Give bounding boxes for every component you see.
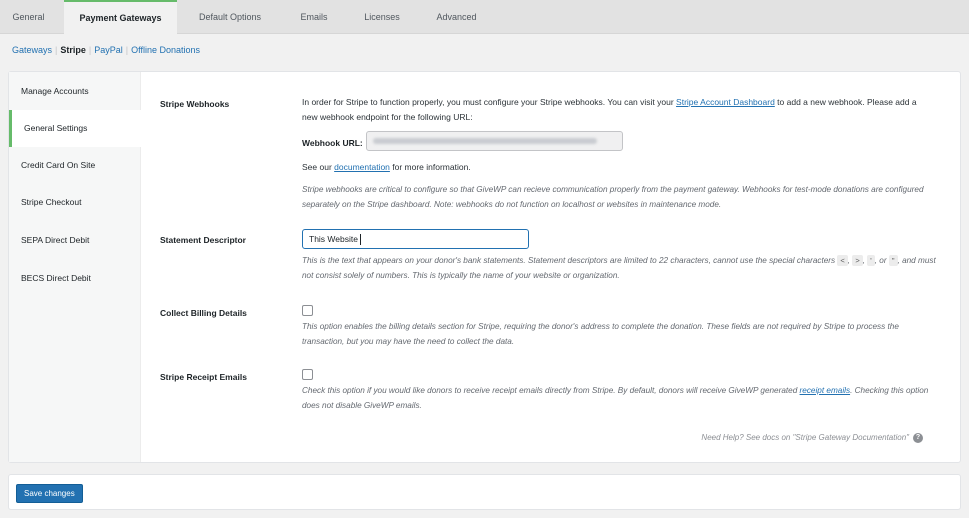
collect-billing-checkbox[interactable] xyxy=(302,305,313,316)
webhook-url-field[interactable] xyxy=(366,131,623,151)
statement-descriptor-desc: This is the text that appears on your do… xyxy=(302,255,936,280)
receipt-desc-text: Check this option if you would like dono… xyxy=(302,386,800,395)
receipt-emails-label: Stripe Receipt Emails xyxy=(160,372,247,382)
sidebar-item-general-settings[interactable]: General Settings xyxy=(9,110,142,147)
sidebar-item-manage-accounts[interactable]: Manage Accounts xyxy=(9,73,141,110)
tab-advanced[interactable]: Advanced xyxy=(424,0,489,34)
stripe-webhooks-label: Stripe Webhooks xyxy=(160,99,230,109)
stripe-dashboard-link[interactable]: Stripe Account Dashboard xyxy=(676,97,775,107)
see-docs-text: See our xyxy=(302,162,335,172)
settings-tabs: General Payment Gateways Default Options… xyxy=(0,0,969,35)
tab-payment-gateways[interactable]: Payment Gateways xyxy=(64,0,177,35)
descriptor-desc-or: , or xyxy=(874,256,889,265)
stripe-sidebar: Manage Accounts General Settings Credit … xyxy=(9,72,142,462)
webhook-url-redacted xyxy=(373,138,597,144)
tab-emails[interactable]: Emails xyxy=(286,0,342,34)
sidebar-item-credit-card-on-site[interactable]: Credit Card On Site xyxy=(9,147,141,184)
subnav-separator: | xyxy=(125,45,129,55)
char-greater-than: > xyxy=(852,255,863,266)
char-single-quote: ' xyxy=(867,255,875,266)
tab-general[interactable]: General xyxy=(0,0,57,34)
subnav-separator: | xyxy=(88,45,92,55)
collect-billing-label: Collect Billing Details xyxy=(160,308,247,318)
settings-footer: Save changes xyxy=(8,474,961,510)
receipt-emails-desc: Check this option if you would like dono… xyxy=(302,383,937,413)
webhooks-intro: In order for Stripe to function properly… xyxy=(302,95,932,125)
sidebar-item-stripe-checkout[interactable]: Stripe Checkout xyxy=(9,184,141,221)
statement-descriptor-value: This Website xyxy=(309,234,358,244)
receipt-emails-link[interactable]: receipt emails xyxy=(800,386,851,395)
sidebar-item-sepa-direct-debit[interactable]: SEPA Direct Debit xyxy=(9,222,141,259)
char-less-than: < xyxy=(837,255,848,266)
subnav-offline-donations-link[interactable]: Offline Donations xyxy=(131,45,200,55)
see-docs-text-2: for more information. xyxy=(389,162,471,172)
subnav-separator: | xyxy=(55,45,58,55)
subnav-stripe-current: Stripe xyxy=(60,45,86,55)
webhooks-note: Stripe webhooks are critical to configur… xyxy=(302,185,924,209)
webhook-url-label: Webhook URL: xyxy=(302,138,363,148)
collect-billing-desc: This option enables the billing details … xyxy=(302,322,899,346)
help-docs-link[interactable]: Need Help? See docs on "Stripe Gateway D… xyxy=(701,433,909,442)
sidebar-item-becs-direct-debit[interactable]: BECS Direct Debit xyxy=(9,260,141,297)
subnav-gateways-link[interactable]: Gateways xyxy=(12,45,52,55)
gateway-subnav: Gateways | Stripe | PayPal | Offline Donations xyxy=(12,45,200,55)
webhooks-see-docs: See our documentation for more informati… xyxy=(302,160,932,175)
statement-descriptor-label: Statement Descriptor xyxy=(160,235,246,245)
documentation-link[interactable]: documentation xyxy=(334,162,390,172)
tab-default-options[interactable]: Default Options xyxy=(184,0,276,34)
statement-descriptor-input[interactable]: This Website xyxy=(302,229,529,249)
subnav-paypal-link[interactable]: PayPal xyxy=(94,45,123,55)
receipt-emails-checkbox[interactable] xyxy=(302,369,313,380)
settings-panel: Manage Accounts General Settings Credit … xyxy=(8,71,961,463)
help-icon[interactable]: ? xyxy=(913,433,923,443)
text-caret xyxy=(359,234,361,246)
save-changes-button[interactable]: Save changes xyxy=(16,484,83,503)
tab-licenses[interactable]: Licenses xyxy=(352,0,412,34)
webhooks-intro-text: In order for Stripe to function properly… xyxy=(302,97,677,107)
descriptor-desc-text: This is the text that appears on your do… xyxy=(302,256,838,265)
char-double-quote: " xyxy=(888,255,898,266)
